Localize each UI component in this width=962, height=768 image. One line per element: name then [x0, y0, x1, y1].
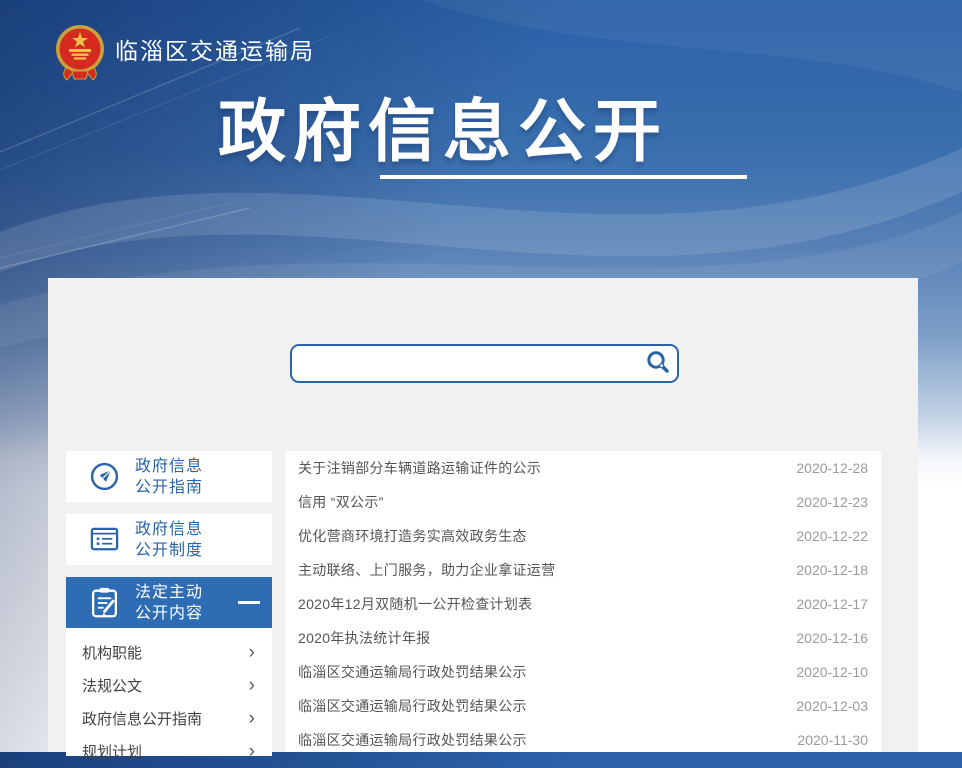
article-title[interactable]: 优化营商环境打造务实高效政务生态: [298, 526, 527, 546]
header-brand: 临淄区交通运输局: [54, 22, 315, 82]
sidebar-subitem[interactable]: 法规公文 ›: [66, 669, 272, 702]
list-item[interactable]: 2020年执法统计年报 2020-12-16: [285, 621, 881, 655]
article-date: 2020-11-30: [797, 732, 868, 748]
sidebar-subitem-label: 法规公文: [82, 675, 142, 696]
sidebar-item-label: 法定主动 公开内容: [135, 582, 203, 624]
chevron-right-icon: ›: [249, 676, 255, 695]
sidebar-subitem-label: 机构职能: [82, 642, 142, 663]
article-date: 2020-12-10: [796, 664, 868, 680]
article-title[interactable]: 临淄区交通运输局行政处罚结果公示: [298, 730, 527, 750]
title-underline-decoration: [380, 175, 747, 179]
article-title[interactable]: 2020年12月双随机一公开检查计划表: [298, 594, 532, 614]
article-title[interactable]: 临淄区交通运输局行政处罚结果公示: [298, 696, 527, 716]
sidebar-submenu: 机构职能 › 法规公文 › 政府信息公开指南 › 规划计划 ›: [66, 628, 272, 756]
sidebar-item-label: 政府信息 公开指南: [135, 456, 203, 498]
article-date: 2020-12-23: [796, 494, 868, 510]
article-date: 2020-12-17: [796, 596, 868, 612]
article-title[interactable]: 信用 “双公示”: [298, 492, 384, 512]
sidebar-item-gov-info-system[interactable]: 政府信息 公开制度: [66, 514, 272, 565]
sidebar-subitem-label: 政府信息公开指南: [82, 708, 202, 729]
agency-name: 临淄区交通运输局: [115, 32, 315, 66]
search-icon: [645, 349, 671, 375]
list-item[interactable]: 信用 “双公示” 2020-12-23: [285, 485, 881, 519]
search-input[interactable]: [302, 346, 636, 383]
chevron-right-icon: ›: [249, 709, 255, 728]
list-item[interactable]: 主动联络、上门服务，助力企业拿证运营 2020-12-18: [285, 553, 881, 587]
article-title[interactable]: 关于注销部分车辆道路运输证件的公示: [298, 458, 541, 478]
minus-icon: [238, 601, 260, 604]
book-icon: [88, 522, 121, 558]
search-box: [290, 344, 679, 383]
article-date: 2020-12-03: [796, 698, 868, 714]
sidebar-subitem[interactable]: 机构职能 ›: [66, 636, 272, 669]
list-item[interactable]: 关于注销部分车辆道路运输证件的公示 2020-12-28: [285, 451, 881, 485]
list-item[interactable]: 优化营商环境打造务实高效政务生态 2020-12-22: [285, 519, 881, 553]
list-item[interactable]: 临淄区交通运输局行政处罚结果公示 2020-12-10: [285, 655, 881, 689]
compass-icon: [88, 459, 121, 495]
sidebar-item-gov-info-guide[interactable]: 政府信息 公开指南: [66, 451, 272, 502]
content-panel: 政府信息 公开指南 政府信息 公开制度: [48, 278, 918, 752]
search-button[interactable]: [643, 349, 673, 377]
clipboard-pencil-icon: [88, 585, 121, 621]
article-date: 2020-12-16: [796, 630, 868, 646]
sidebar-subitem[interactable]: 政府信息公开指南 ›: [66, 702, 272, 735]
sidebar-item-statutory-disclosure[interactable]: 法定主动 公开内容: [66, 577, 272, 628]
article-title[interactable]: 临淄区交通运输局行政处罚结果公示: [298, 662, 527, 682]
article-date: 2020-12-22: [796, 528, 868, 544]
article-list: 关于注销部分车辆道路运输证件的公示 2020-12-28 信用 “双公示” 20…: [285, 451, 881, 752]
article-title[interactable]: 主动联络、上门服务，助力企业拿证运营: [298, 560, 555, 580]
page-title: 政府信息公开: [0, 76, 886, 175]
list-item[interactable]: 2020年12月双随机一公开检查计划表 2020-12-17: [285, 587, 881, 621]
article-title[interactable]: 2020年执法统计年报: [298, 628, 430, 648]
chevron-right-icon: ›: [249, 643, 255, 662]
list-item[interactable]: 临淄区交通运输局行政处罚结果公示 2020-11-30: [285, 723, 881, 752]
article-date: 2020-12-18: [796, 562, 868, 578]
sidebar-item-label: 政府信息 公开制度: [135, 519, 203, 561]
list-item[interactable]: 临淄区交通运输局行政处罚结果公示 2020-12-03: [285, 689, 881, 723]
article-date: 2020-12-28: [796, 460, 868, 476]
national-emblem-icon: [54, 22, 106, 82]
sidebar: 政府信息 公开指南 政府信息 公开制度: [66, 451, 272, 756]
